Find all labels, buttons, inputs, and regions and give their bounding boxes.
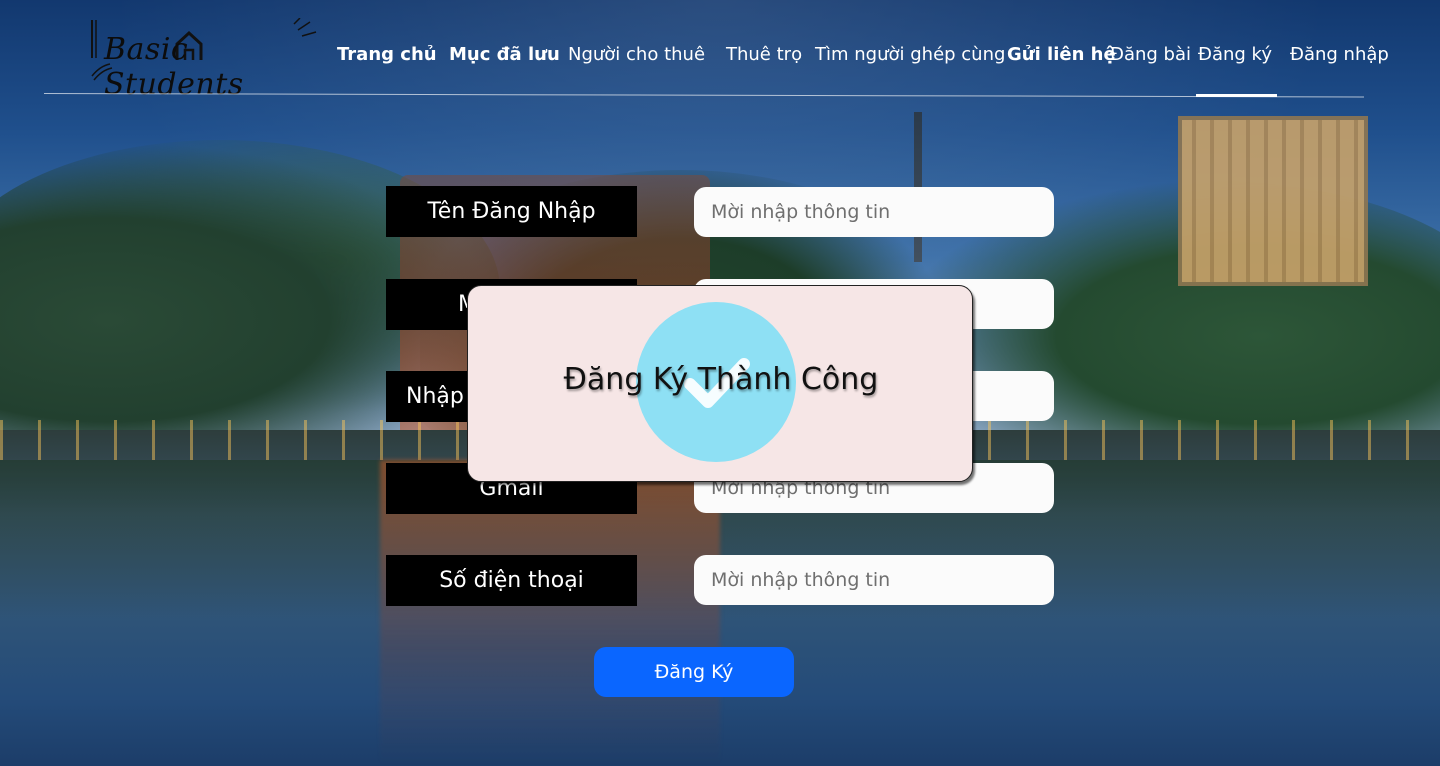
phone-input[interactable] [694, 555, 1054, 605]
nav-thue-tro[interactable]: Thuê trọ [726, 44, 802, 65]
nav-dang-bai[interactable]: Đăng bài [1110, 44, 1191, 65]
building [1178, 116, 1368, 286]
nav-muc-da-luu[interactable]: Mục đã lưu [449, 44, 560, 65]
modal-title: Đăng Ký Thành Công [563, 362, 879, 397]
logo[interactable]: Basic Students [88, 18, 324, 102]
username-label: Tên Đăng Nhập [386, 186, 637, 237]
nav-nguoi-cho-thue[interactable]: Người cho thuê [568, 44, 705, 65]
nav-dang-nhap[interactable]: Đăng nhập [1290, 44, 1389, 65]
nav-tim-nguoi-ghep-cung[interactable]: Tìm người ghép cùng [815, 44, 1005, 65]
nav-dang-ky[interactable]: Đăng ký [1198, 44, 1272, 65]
nav-gui-lien-he[interactable]: Gửi liên hệ [1007, 44, 1116, 65]
phone-label: Số điện thoại [386, 555, 637, 606]
nav-trang-chu[interactable]: Trang chủ [337, 44, 437, 65]
username-input[interactable] [694, 187, 1054, 237]
top-navigation: Basic Students Trang chủ Mục đã lưu Ngườ… [0, 0, 1440, 102]
register-button[interactable]: Đăng Ký [594, 647, 794, 697]
logo-text: Basic Students [104, 32, 244, 102]
success-modal: Đăng Ký Thành Công [467, 285, 973, 482]
